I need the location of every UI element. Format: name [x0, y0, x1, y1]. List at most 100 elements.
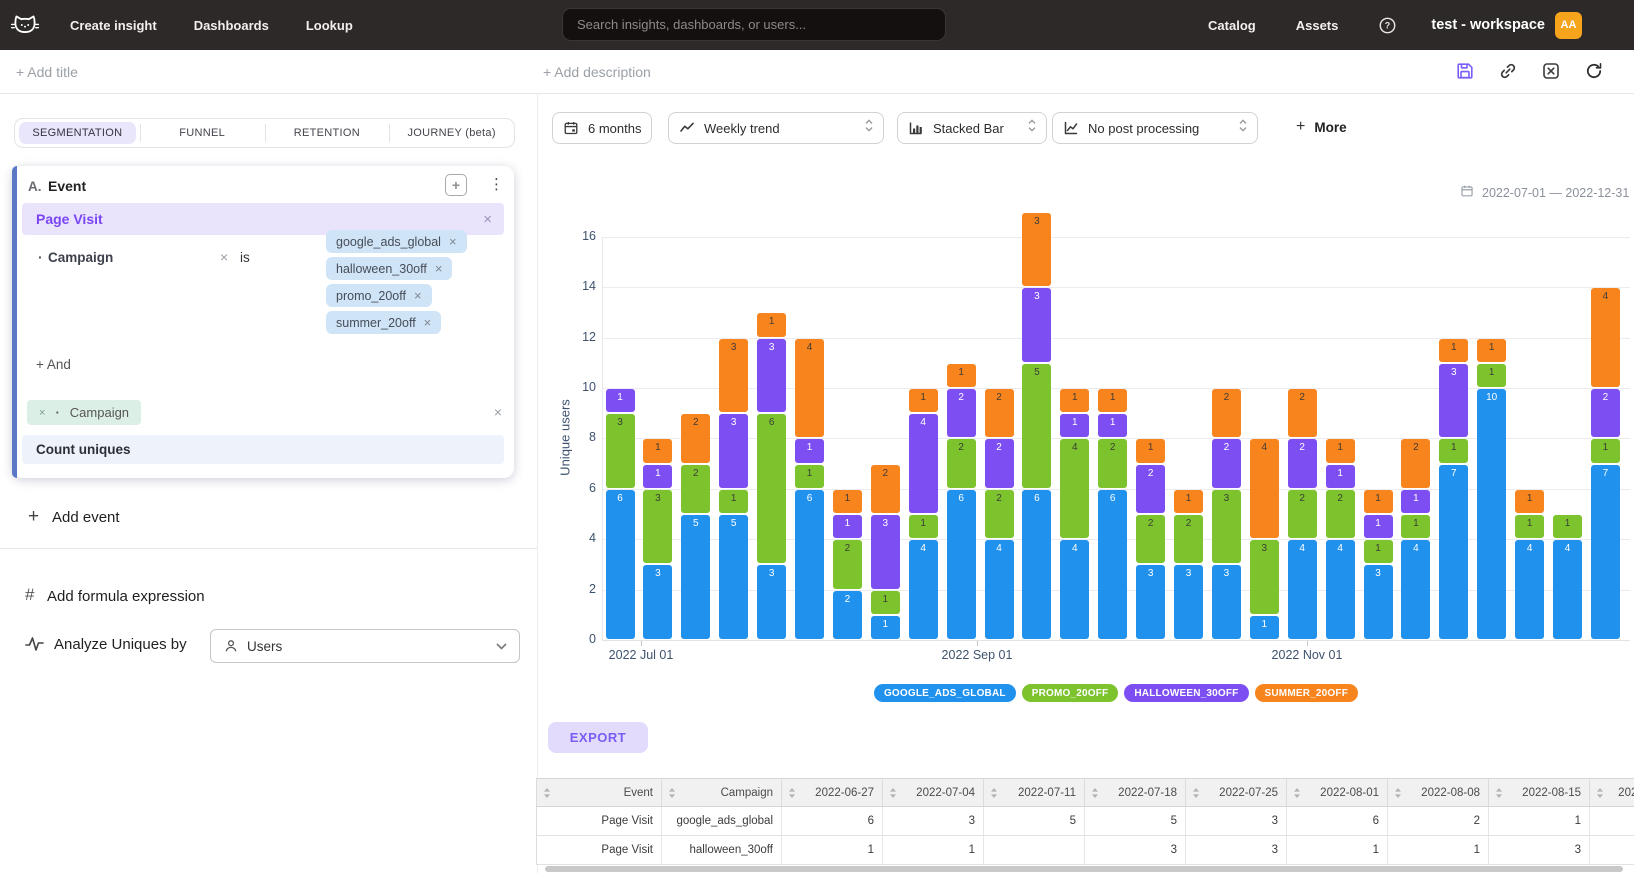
- horizontal-scrollbar[interactable]: [545, 866, 1623, 872]
- clear-breakdown-icon[interactable]: ×: [494, 404, 502, 420]
- tab-funnel[interactable]: FUNNEL: [140, 119, 265, 147]
- search-input[interactable]: [562, 8, 946, 41]
- bar-segment-google-ads-global[interactable]: 3: [1212, 565, 1241, 639]
- copy-link-icon[interactable]: [1498, 61, 1518, 81]
- granularity-select[interactable]: Weekly trend: [668, 112, 884, 144]
- nav-link-dashboards[interactable]: Dashboards: [194, 18, 269, 33]
- bar-segment-promo-20off[interactable]: 2: [1136, 515, 1165, 563]
- filter-chip-summer-20off[interactable]: summer_20off×: [326, 311, 441, 334]
- bar-segment-promo-20off[interactable]: 4: [1060, 439, 1089, 538]
- bar-segment-promo-20off[interactable]: 3: [1250, 540, 1279, 614]
- bar-segment-halloween-30off[interactable]: 1: [643, 465, 672, 488]
- header-cell-2022-07-04[interactable]: 2022-07-04: [883, 778, 984, 807]
- kebab-menu-icon[interactable]: ⋮: [489, 175, 504, 193]
- nav-link-lookup[interactable]: Lookup: [306, 18, 353, 33]
- remove-filter-icon[interactable]: ×: [220, 249, 228, 265]
- header-cell-campaign[interactable]: Campaign: [662, 778, 782, 807]
- remove-chip-icon[interactable]: ×: [424, 315, 432, 330]
- header-cell-2022-07-11[interactable]: 2022-07-11: [984, 778, 1085, 807]
- sort-icon[interactable]: [1394, 787, 1402, 802]
- bar-segment-halloween-30off[interactable]: 1: [1060, 414, 1089, 437]
- bar-segment-summer-20off[interactable]: 2: [681, 414, 710, 462]
- add-condition-button[interactable]: + And: [36, 357, 71, 372]
- bar-segment-summer-20off[interactable]: 1: [1364, 490, 1393, 513]
- bar-segment-summer-20off[interactable]: 1: [1174, 490, 1203, 513]
- legend-pill-summer-20off[interactable]: SUMMER_20OFF: [1255, 684, 1359, 702]
- analyze-by-select[interactable]: Users: [210, 629, 520, 663]
- legend-pill-google-ads-global[interactable]: GOOGLE_ADS_GLOBAL: [874, 684, 1016, 702]
- bar-segment-google-ads-global[interactable]: 4: [1060, 540, 1089, 639]
- sort-icon[interactable]: [889, 787, 897, 802]
- sort-icon[interactable]: [668, 787, 676, 802]
- bar-segment-promo-20off[interactable]: 1: [1439, 439, 1468, 462]
- sort-icon[interactable]: [1293, 787, 1301, 802]
- bar-segment-halloween-30off[interactable]: 1: [1098, 414, 1127, 437]
- nav-link-catalog[interactable]: Catalog: [1208, 18, 1256, 33]
- bar-segment-promo-20off[interactable]: 5: [1022, 364, 1051, 488]
- legend-pill-promo-20off[interactable]: PROMO_20OFF: [1022, 684, 1119, 702]
- bar-segment-summer-20off[interactable]: 1: [833, 490, 862, 513]
- bar-segment-google-ads-global[interactable]: 7: [1591, 465, 1620, 639]
- nav-link-assets[interactable]: Assets: [1296, 18, 1339, 33]
- bar-segment-google-ads-global[interactable]: 4: [1401, 540, 1430, 639]
- bar-segment-halloween-30off[interactable]: 2: [1136, 465, 1165, 513]
- bar-segment-promo-20off[interactable]: 1: [909, 515, 938, 538]
- sort-icon[interactable]: [788, 787, 796, 802]
- bar-segment-google-ads-global[interactable]: 7: [1439, 465, 1468, 639]
- bar-segment-summer-20off[interactable]: 4: [1250, 439, 1279, 538]
- workspace-name[interactable]: test - workspace: [1431, 17, 1545, 33]
- add-formula-button[interactable]: Add formula expression: [47, 588, 205, 605]
- bar-segment-halloween-30off[interactable]: 1: [795, 439, 824, 462]
- bar-segment-promo-20off[interactable]: 1: [1364, 540, 1393, 563]
- remove-chip-icon[interactable]: ×: [414, 288, 422, 303]
- bar-segment-halloween-30off[interactable]: 2: [1212, 439, 1241, 487]
- bar-segment-summer-20off[interactable]: 2: [985, 389, 1014, 437]
- refresh-icon[interactable]: [1584, 61, 1604, 81]
- bar-segment-summer-20off[interactable]: 4: [795, 339, 824, 438]
- bar-segment-google-ads-global[interactable]: 3: [1174, 565, 1203, 639]
- event-name[interactable]: Page Visit: [36, 211, 103, 227]
- bar-segment-promo-20off[interactable]: 2: [833, 540, 862, 588]
- bar-segment-summer-20off[interactable]: 4: [1591, 288, 1620, 387]
- breakdown-property[interactable]: Campaign: [70, 405, 129, 420]
- bar-segment-google-ads-global[interactable]: 4: [1288, 540, 1317, 639]
- tab-journey-beta[interactable]: JOURNEY (beta): [389, 119, 514, 147]
- bar-segment-halloween-30off[interactable]: 3: [719, 414, 748, 488]
- filter-chip-promo-20off[interactable]: promo_20off×: [326, 284, 432, 307]
- bar-segment-promo-20off[interactable]: 2: [1288, 490, 1317, 538]
- bar-segment-summer-20off[interactable]: 1: [757, 313, 786, 336]
- bar-segment-summer-20off[interactable]: 2: [1288, 389, 1317, 437]
- bar-segment-google-ads-global[interactable]: 10: [1477, 389, 1506, 639]
- header-cell-2022-08-22[interactable]: 2022-08-22: [1590, 778, 1634, 807]
- more-button[interactable]: + More: [1296, 118, 1347, 136]
- bar-segment-summer-20off[interactable]: 2: [1212, 389, 1241, 437]
- bar-segment-promo-20off[interactable]: 1: [719, 490, 748, 513]
- bar-segment-halloween-30off[interactable]: 2: [985, 439, 1014, 487]
- header-cell-event[interactable]: Event: [536, 778, 662, 807]
- bar-segment-halloween-30off[interactable]: 1: [833, 515, 862, 538]
- bar-segment-google-ads-global[interactable]: 4: [1553, 540, 1582, 639]
- header-cell-2022-08-01[interactable]: 2022-08-01: [1287, 778, 1388, 807]
- save-icon[interactable]: [1455, 61, 1475, 81]
- bar-segment-halloween-30off[interactable]: 1: [1326, 465, 1355, 488]
- bar-segment-summer-20off[interactable]: 1: [1439, 339, 1468, 362]
- bar-segment-summer-20off[interactable]: 2: [871, 465, 900, 513]
- bar-segment-summer-20off[interactable]: 1: [1098, 389, 1127, 412]
- bar-segment-halloween-30off[interactable]: 1: [1401, 490, 1430, 513]
- bar-segment-google-ads-global[interactable]: 3: [757, 565, 786, 639]
- legend-pill-halloween-30off[interactable]: HALLOWEEN_30OFF: [1124, 684, 1248, 702]
- bar-segment-summer-20off[interactable]: 1: [643, 439, 672, 462]
- bar-segment-promo-20off[interactable]: 3: [606, 414, 635, 488]
- filter-property[interactable]: Campaign: [48, 250, 113, 265]
- bar-segment-promo-20off[interactable]: 1: [1553, 515, 1582, 538]
- bar-segment-summer-20off[interactable]: 1: [1060, 389, 1089, 412]
- tab-retention[interactable]: RETENTION: [265, 119, 390, 147]
- bar-segment-google-ads-global[interactable]: 3: [1136, 565, 1165, 639]
- bar-segment-summer-20off[interactable]: 1: [1515, 490, 1544, 513]
- bar-segment-google-ads-global[interactable]: 4: [1326, 540, 1355, 639]
- bar-segment-google-ads-global[interactable]: 3: [1364, 565, 1393, 639]
- date-range-button[interactable]: 6 months: [552, 112, 652, 144]
- bar-segment-promo-20off[interactable]: 1: [1515, 515, 1544, 538]
- bar-segment-google-ads-global[interactable]: 5: [719, 515, 748, 639]
- bar-segment-summer-20off[interactable]: 1: [1477, 339, 1506, 362]
